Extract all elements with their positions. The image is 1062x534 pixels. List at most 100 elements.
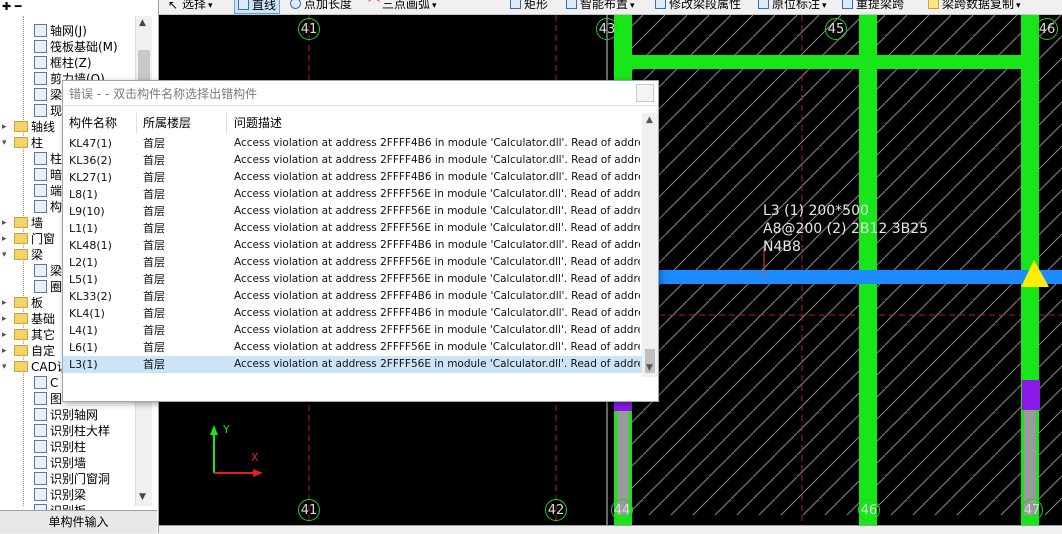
tree-item[interactable]: 暗 — [34, 167, 62, 183]
tree-item[interactable]: ▾ 柱 — [2, 135, 43, 151]
collapse-icon[interactable]: ▾ — [2, 359, 10, 375]
column-header-floor[interactable]: 所属楼层 — [143, 113, 191, 134]
scroll-up-icon[interactable]: ▲ — [139, 18, 146, 28]
tree-item[interactable]: 现 — [34, 103, 62, 119]
header-divider[interactable] — [136, 113, 137, 134]
table-row[interactable]: L1(1) 首层 Access violation at address 2FFFF… — [63, 220, 643, 237]
tree-item[interactable]: ▸ 板 — [2, 295, 43, 311]
component-name-cell[interactable]: L6(1) — [69, 339, 137, 356]
tree-item[interactable]: C — [34, 375, 58, 391]
component-name-cell[interactable]: KL33(2) — [69, 288, 137, 305]
table-row[interactable]: KL33(2) 首层 Access violation at address 2FF… — [63, 288, 643, 305]
tree-item[interactable]: ▸ 墙 — [2, 215, 43, 231]
tree-item[interactable]: 梁 — [34, 87, 62, 103]
edit-beam-button[interactable]: 修改梁段属性 — [655, 0, 741, 12]
table-row[interactable]: KL36(2) 首层 Access violation at address 2FF… — [63, 152, 643, 169]
expand-icon[interactable]: ▸ — [2, 343, 10, 359]
tree-item[interactable]: 柱 — [34, 151, 62, 167]
collapse-all-icon[interactable]: ✚ ━ — [2, 0, 21, 13]
smart-layout-button[interactable]: 智能布置 ▾ — [566, 0, 635, 12]
collapse-icon[interactable]: ▾ — [2, 247, 10, 263]
expand-icon[interactable]: ▸ — [2, 311, 10, 327]
component-name-cell[interactable]: L5(1) — [69, 271, 137, 288]
tree-item[interactable]: ▾ CAD识 — [2, 359, 69, 375]
tree-item[interactable]: ▸ 其它 — [2, 327, 55, 343]
tree-item[interactable]: 构 — [34, 199, 62, 215]
tree-item[interactable]: ▸ 自定 — [2, 343, 55, 359]
component-name-cell[interactable]: KL27(1) — [69, 169, 137, 186]
dialog-title-bar[interactable]: 错误 - - 双击构件名称选择出错构件 — [63, 81, 658, 106]
tree-item[interactable]: 筏板基础(M) — [34, 39, 118, 55]
table-row[interactable]: KL48(1) 首层 Access violation at address 2FF… — [63, 237, 643, 254]
tree-item[interactable]: 轴网(J) — [34, 23, 87, 39]
table-scrollbar[interactable]: ▲ ▼ — [642, 113, 658, 377]
close-button[interactable] — [636, 84, 654, 102]
table-row[interactable]: KL27(1) 首层 Access violation at address 2FF… — [63, 169, 643, 186]
table-row[interactable]: KL47(1) 首层 Access violation at address 2FF… — [63, 135, 643, 152]
component-name-cell[interactable]: L8(1) — [69, 186, 137, 203]
tree-item[interactable]: 图 — [34, 391, 62, 407]
component-name-cell[interactable]: KL36(2) — [69, 152, 137, 169]
component-name-cell[interactable]: L3(1) — [69, 356, 137, 373]
table-row[interactable]: L9(10) 首层 Access violation at address 2FFF… — [63, 203, 643, 220]
table-row[interactable]: L8(1) 首层 Access violation at address 2FFFF… — [63, 186, 643, 203]
component-name-cell[interactable]: L9(10) — [69, 203, 137, 220]
tree-item[interactable]: 梁 — [34, 263, 62, 279]
selected-beam-l3[interactable] — [619, 270, 1062, 284]
expand-icon[interactable]: ▸ — [2, 119, 10, 135]
arc-tool-button[interactable]: ⌒ 三点画弧 ▾ — [368, 0, 437, 12]
edit-beam-icon — [655, 0, 666, 9]
tree-item[interactable]: 识别轴网 — [34, 407, 98, 423]
expand-icon[interactable]: ▸ — [2, 231, 10, 247]
copy-span-button[interactable]: 梁跨数据复制 ▾ — [928, 0, 1021, 12]
scroll-down-icon[interactable]: ▼ — [646, 363, 653, 373]
collapse-icon[interactable]: ▾ — [2, 135, 10, 151]
tree-item[interactable]: 端 — [34, 183, 62, 199]
point-length-button[interactable]: 点加长度 — [290, 0, 352, 12]
tree-item[interactable]: 识别墙 — [34, 455, 86, 471]
component-name-cell[interactable]: L1(1) — [69, 220, 137, 237]
beam-span-button[interactable]: 重提梁跨 — [842, 0, 904, 12]
component-name-cell[interactable]: KL4(1) — [69, 305, 137, 322]
tree-item[interactable]: 识别梁 — [34, 487, 86, 503]
single-component-input-button[interactable]: 单构件输入 — [0, 510, 157, 533]
tree-item[interactable]: 圈 — [34, 279, 62, 295]
rectangle-tool-button[interactable]: 矩形 — [510, 0, 548, 12]
chevron-down-icon[interactable]: ▾ — [208, 1, 213, 11]
chevron-down-icon[interactable]: ▾ — [432, 1, 437, 11]
table-row[interactable]: L2(1) 首层 Access violation at address 2FFFF… — [63, 254, 643, 271]
expand-icon[interactable]: ▸ — [2, 295, 10, 311]
chevron-down-icon[interactable]: ▾ — [1016, 1, 1021, 11]
scroll-up-icon[interactable]: ▲ — [646, 115, 653, 125]
tree-item-label: 识别门窗洞 — [50, 472, 111, 486]
table-row[interactable]: L4(1) 首层 Access violation at address 2FFFF… — [63, 322, 643, 339]
table-row[interactable]: L6(1) 首层 Access violation at address 2FFFF… — [63, 339, 643, 356]
chevron-down-icon[interactable]: ▾ — [630, 1, 635, 11]
tree-item[interactable]: ▸ 门窗 — [2, 231, 55, 247]
line-tool-button[interactable]: 直线 — [234, 0, 281, 14]
select-tool-button[interactable]: ↖ 选择 ▾ — [168, 0, 213, 12]
expand-icon[interactable]: ▸ — [2, 327, 10, 343]
column-header-description[interactable]: 问题描述 — [234, 113, 282, 134]
tree-item[interactable]: ▸ 基础 — [2, 311, 55, 327]
beam-label-name: L3 (1) 200*500 — [763, 203, 869, 219]
tree-item[interactable]: 识别柱 — [34, 439, 86, 455]
component-name-cell[interactable]: KL47(1) — [69, 135, 137, 152]
component-name-cell[interactable]: KL48(1) — [69, 237, 137, 254]
table-row[interactable]: L3(1) 首层 Access violation at address 2FFFF… — [63, 356, 643, 373]
component-name-cell[interactable]: L2(1) — [69, 254, 137, 271]
tree-item[interactable]: 框柱(Z) — [34, 55, 92, 71]
annotation-button[interactable]: 原位标注 ▾ — [758, 0, 827, 12]
table-row[interactable]: L5(1) 首层 Access violation at address 2FFFF… — [63, 271, 643, 288]
column-header-name[interactable]: 构件名称 — [69, 113, 117, 134]
tree-item[interactable]: 识别门窗洞 — [34, 471, 110, 487]
expand-icon[interactable]: ▸ — [2, 215, 10, 231]
chevron-down-icon[interactable]: ▾ — [822, 1, 827, 11]
tree-item[interactable]: ▸ 轴线 — [2, 119, 55, 135]
component-name-cell[interactable]: L4(1) — [69, 322, 137, 339]
scroll-down-icon[interactable]: ▼ — [139, 492, 146, 502]
header-divider[interactable] — [226, 113, 227, 134]
table-row[interactable]: KL4(1) 首层 Access violation at address 2FFF… — [63, 305, 643, 322]
tree-item[interactable]: 识别柱大样 — [34, 423, 110, 439]
tree-item[interactable]: ▾ 梁 — [2, 247, 43, 263]
